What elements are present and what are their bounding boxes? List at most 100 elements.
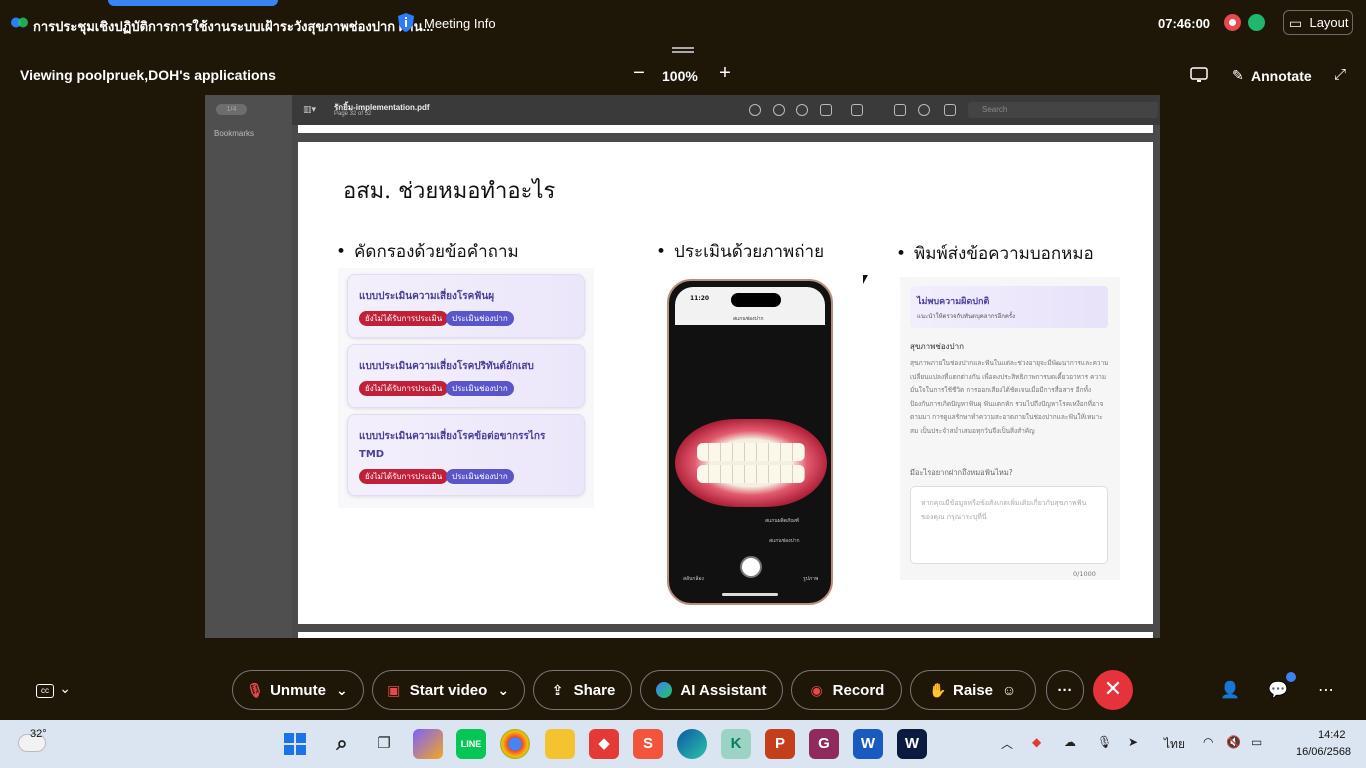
shield-info-icon[interactable] xyxy=(397,12,415,33)
bookmarks-label[interactable]: Bookmarks xyxy=(214,129,254,138)
category-badge: ประเมินช่องปาก xyxy=(446,381,514,396)
wifi-icon[interactable]: ◠ xyxy=(1203,735,1213,749)
windows-start-icon[interactable] xyxy=(283,732,307,756)
category-badge: ประเมินช่องปาก xyxy=(446,469,514,484)
message-question: มีอะไรอยากฝากถึงหมอฟันไหม? xyxy=(910,468,1013,477)
reactions-icon[interactable]: ☺ xyxy=(1001,682,1017,698)
tray-overflow-icon[interactable]: ︿ xyxy=(1001,735,1013,752)
assessment-card: แบบประเมินความเสี่ยงโรคฟันผุ ยังไม่ได้รั… xyxy=(347,274,585,338)
participants-icon[interactable]: 👤 xyxy=(1219,680,1241,702)
pop-out-icon[interactable] xyxy=(1190,67,1208,83)
annotate-button[interactable]: Annotate xyxy=(1251,68,1312,84)
card-title: แบบประเมินความเสี่ยงโรคฟันผุ xyxy=(359,291,495,302)
pdf-app-icon[interactable]: G xyxy=(809,729,839,759)
meeting-info-link[interactable]: Meeting Info xyxy=(424,16,496,31)
webex-app-icon[interactable]: W xyxy=(897,729,927,759)
chrome-icon[interactable] xyxy=(500,729,530,759)
scan-product-label: สแกนผลิตภัณฑ์ xyxy=(765,518,800,524)
more-vertical-icon[interactable]: ⋯ xyxy=(1315,680,1337,702)
webex-logo-icon xyxy=(11,17,28,28)
unmute-label: Unmute xyxy=(270,681,326,699)
sidebar-toggle-icon[interactable]: ▥▾ xyxy=(303,104,316,115)
share-label: Share xyxy=(573,681,616,699)
battery-icon[interactable]: ▭ xyxy=(1251,735,1262,749)
pdf-page-info: Page 32 of 52 xyxy=(334,111,372,117)
next-page-edge xyxy=(298,632,1153,638)
camera-shutter-icon xyxy=(740,556,762,578)
mic-muted-tray-icon[interactable]: 🎙 xyxy=(1097,735,1112,749)
anydesk-icon[interactable]: ◆ xyxy=(589,729,619,759)
zoom-in-icon[interactable] xyxy=(796,104,808,116)
form-icon[interactable] xyxy=(944,104,956,116)
slides-app-icon[interactable]: S xyxy=(633,729,663,759)
message-textarea: หากคุณมีข้อมูลหรือข้อสังเกตเพิ่มเติมเกี่… xyxy=(910,486,1108,564)
more-options-button[interactable]: ··· xyxy=(1046,670,1084,710)
meeting-timer: 07:46:00 xyxy=(1158,16,1211,31)
closed-captions-icon: cc xyxy=(36,684,54,698)
status-badge: ยังไม่ได้รับการประเมิน xyxy=(359,311,449,326)
drag-handle[interactable] xyxy=(672,47,694,53)
chevron-down-icon[interactable]: ⌄ xyxy=(495,682,511,698)
record-button[interactable]: ◉ Record xyxy=(791,670,902,710)
status-badge: ยังไม่ได้รับการประเมิน xyxy=(359,381,449,396)
mouse-cursor-icon xyxy=(863,275,868,284)
recording-indicator-icon[interactable] xyxy=(1224,14,1241,31)
raise-hand-button[interactable]: ✋ Raise ☺ xyxy=(910,670,1036,710)
markup-pen-icon[interactable] xyxy=(851,104,863,116)
task-view-icon[interactable]: ❐ xyxy=(369,729,399,759)
video-off-icon: ▣ xyxy=(387,682,401,698)
annotate-pen-icon[interactable]: ✎ xyxy=(1232,67,1244,84)
layout-button[interactable]: ▭ Layout xyxy=(1283,10,1353,35)
muted-mic-icon: 🎙 xyxy=(246,682,264,698)
pdf-search-input[interactable]: Search xyxy=(968,102,1158,118)
dynamic-island xyxy=(731,293,781,307)
weather-temperature[interactable]: 32° xyxy=(30,728,47,740)
phone-nav-title: สแกนช่องปาก xyxy=(733,316,764,322)
rotate-icon[interactable] xyxy=(894,104,906,116)
meeting-top-bar: การประชุมเชิงปฏิบัติการการใช้งานระบบเฝ้า… xyxy=(0,0,1366,46)
start-video-button[interactable]: ▣ Start video ⌄ xyxy=(372,670,525,710)
line-app-icon[interactable]: LINE xyxy=(456,729,486,759)
onedrive-icon[interactable]: ☁ xyxy=(1064,735,1076,749)
phone-time: 11:20 xyxy=(690,295,710,302)
location-icon[interactable]: ➤ xyxy=(1128,735,1138,749)
card-title: แบบประเมินความเสี่ยงโรคข้อต่อขากรรไกร TM… xyxy=(359,431,546,460)
taskbar-date[interactable]: 16/06/2568 xyxy=(1296,746,1351,758)
chevron-down-icon[interactable]: ⌄ xyxy=(334,682,350,698)
volume-muted-icon[interactable]: 🔇 xyxy=(1226,735,1241,749)
kakao-icon[interactable]: K xyxy=(721,729,751,759)
phone-mockup: 11:20 สแกนช่องปาก สแกนผลิตภัณฑ์ สแกนช่อง… xyxy=(667,279,833,605)
unmute-button[interactable]: 🎙 Unmute ⌄ xyxy=(232,670,364,710)
bullet-photo-assessment: ประเมินด้วยภาพถ่าย xyxy=(656,238,824,265)
word-icon[interactable]: W xyxy=(853,729,883,759)
fullscreen-icon[interactable]: ⤢ xyxy=(1334,66,1346,83)
edge-icon[interactable] xyxy=(677,729,707,759)
zoom-in-button[interactable]: + xyxy=(716,62,734,88)
lower-teeth xyxy=(697,465,805,483)
powerpoint-icon[interactable]: P xyxy=(765,729,795,759)
alert-subtitle: แนะนำให้ตรวจกับทันตบุคลากรอีกครั้ง xyxy=(917,313,1016,320)
file-explorer-icon[interactable] xyxy=(545,729,575,759)
zoom-out-button[interactable]: − xyxy=(630,62,648,88)
message-form-panel: ไม่พบความผิดปกติ แนะนำให้ตรวจกับทันตบุคล… xyxy=(900,277,1120,580)
zoom-out-icon[interactable] xyxy=(773,104,785,116)
search-icon[interactable]: ⌕ xyxy=(327,729,357,759)
thumbnail-pill[interactable]: 1/4 xyxy=(216,104,247,115)
anydesk-tray-icon[interactable]: ◆ xyxy=(1032,735,1041,749)
annotate-icon[interactable] xyxy=(918,104,930,116)
record-label: Record xyxy=(832,681,885,699)
captions-button[interactable]: cc ⌄ xyxy=(36,680,80,700)
share-button[interactable]: ⇪ Share xyxy=(533,670,632,710)
meeting-title[interactable]: การประชุมเชิงปฏิบัติการการใช้งานระบบเฝ้า… xyxy=(33,16,433,37)
teeth-photo xyxy=(675,419,827,507)
info-icon[interactable] xyxy=(749,104,761,116)
oral-health-body: สุขภาพภายในช่องปากและฟันในแต่ละช่วงอายุจ… xyxy=(910,359,1109,435)
taskbar-time[interactable]: 14:42 xyxy=(1318,729,1346,741)
chat-icon[interactable]: 💬 xyxy=(1267,680,1289,702)
ai-assistant-button[interactable]: AI Assistant xyxy=(640,670,783,710)
network-signal-icon[interactable] xyxy=(1248,14,1265,31)
copilot-icon[interactable] xyxy=(413,729,443,759)
share-icon[interactable] xyxy=(820,104,832,116)
end-call-button[interactable]: ✕ xyxy=(1093,670,1133,710)
input-language[interactable]: ไทย xyxy=(1164,735,1185,754)
